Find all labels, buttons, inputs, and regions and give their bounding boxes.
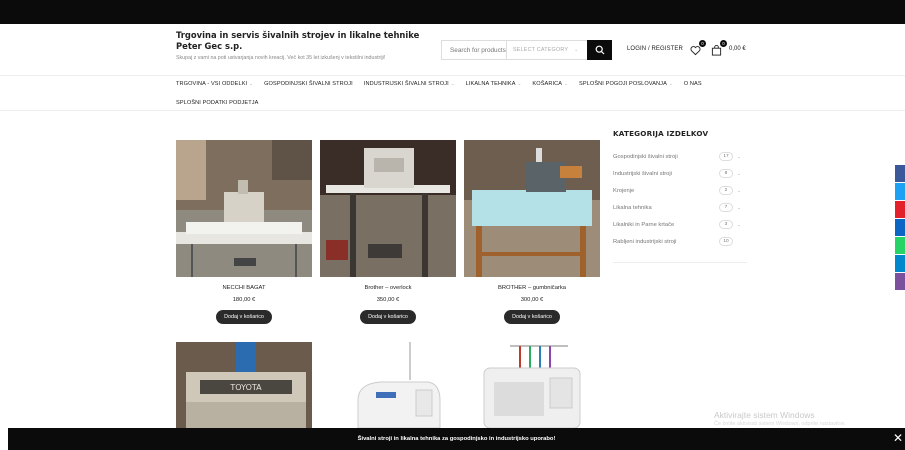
category-select[interactable]: SELECT CATEGORY ⌄: [506, 41, 586, 59]
category-sidebar: KATEGORIJA IZDELKOV Gospodinjski šivalni…: [613, 129, 747, 263]
wishlist-count-badge: 0: [699, 40, 706, 47]
cart-count-badge: 0: [720, 40, 727, 47]
category-item[interactable]: Industrijski šivalni stroji 8 ⌄: [613, 165, 747, 182]
category-select-label: SELECT CATEGORY: [513, 47, 569, 53]
product-image[interactable]: [320, 140, 456, 277]
search-icon: [595, 45, 604, 55]
cart-total[interactable]: 0,00 €: [729, 46, 746, 52]
site-tagline: Skupaj z vami na poti ustvarjanja novih …: [176, 55, 386, 61]
chevron-down-icon[interactable]: ⌄: [737, 222, 741, 228]
nav-item-podatki[interactable]: SPLOŠNI PODATKI PODJETJA: [176, 100, 259, 106]
category-list: Gospodinjski šivalni stroji 17 ⌄ Industr…: [613, 148, 747, 263]
nav-row-1: TRGOVINA - VSI ODDELKI ⌄ GOSPODINJSKI ŠIV…: [176, 81, 713, 87]
category-item[interactable]: Gospodinjski šivalni stroji 17 ⌄: [613, 148, 747, 165]
cart-button[interactable]: 0: [711, 40, 727, 56]
search-button[interactable]: [587, 40, 612, 60]
brand: Trgovina in servis šivalnih strojev in l…: [176, 30, 431, 62]
household-machine-image: [320, 342, 456, 428]
overlock-image: [320, 140, 456, 277]
pinterest-share-icon[interactable]: [895, 201, 905, 218]
promo-bar: Šivalni stroji in likalna tehnika za gos…: [8, 428, 905, 450]
industrial-machine-image: TOYOTA: [176, 342, 312, 428]
search-form: SELECT CATEGORY ⌄: [441, 40, 612, 60]
product-card: Brother – overlock 350,00 € Dodaj v koša…: [320, 140, 456, 324]
product-price: 180,00 €: [232, 297, 256, 303]
sewing-table-image: [176, 140, 312, 277]
product-image[interactable]: TOYOTA: [176, 342, 312, 428]
buttonhole-machine-image: [464, 140, 600, 277]
search-input[interactable]: [442, 41, 506, 59]
chevron-down-icon: ⌄: [668, 81, 673, 86]
windows-activation-subtitle: Če želite aktivirati sistem Windows, odp…: [714, 421, 847, 427]
add-to-cart-button[interactable]: Dodaj v košarico: [360, 310, 416, 324]
site-header: Trgovina in servis šivalnih strojev in l…: [0, 24, 905, 74]
nav-row-2: SPLOŠNI PODATKI PODJETJA: [176, 100, 270, 106]
nav-item-trgovina[interactable]: TRGOVINA - VSI ODDELKI ⌄: [176, 81, 253, 87]
chevron-down-icon: ⌄: [249, 81, 254, 86]
close-icon[interactable]: ✕: [893, 432, 903, 444]
viber-share-icon[interactable]: [895, 273, 905, 290]
product-image[interactable]: [176, 140, 312, 277]
chevron-down-icon: ⌄: [574, 47, 579, 53]
category-count: 10: [719, 237, 733, 246]
chevron-down-icon[interactable]: ⌄: [737, 205, 741, 211]
product-name[interactable]: NECCHI BAGAT: [176, 285, 312, 291]
promo-text: Šivalni stroji in likalna tehnika za gos…: [357, 436, 556, 442]
chevron-down-icon[interactable]: ⌄: [737, 188, 741, 194]
overlock-household-image: [464, 342, 600, 428]
top-bar: [0, 0, 905, 24]
category-item[interactable]: Rabljeni industrijski stroji 10: [613, 233, 747, 250]
whatsapp-share-icon[interactable]: [895, 237, 905, 254]
product-card: [464, 342, 600, 428]
product-price: 300,00 €: [520, 297, 544, 303]
windows-activation-title: Aktivirajte sistem Windows: [714, 410, 815, 420]
add-to-cart-button[interactable]: Dodaj v košarico: [504, 310, 560, 324]
chevron-down-icon: ⌄: [517, 81, 522, 86]
product-card: TOYOTA: [176, 342, 312, 428]
product-image[interactable]: [464, 342, 600, 428]
nav-item-kosarica[interactable]: KOŠARICA ⌄: [532, 81, 568, 87]
category-count: 3: [719, 220, 733, 229]
nav-item-industrijski[interactable]: INDUSTRIJSKI ŠIVALNI STROJI ⌄: [364, 81, 455, 87]
twitter-share-icon[interactable]: [895, 183, 905, 200]
nav-item-likalna[interactable]: LIKALNA TEHNIKA ⌄: [466, 81, 522, 87]
nav-item-o-nas[interactable]: O NAS: [684, 81, 702, 87]
category-item[interactable]: Krojenje 2 ⌄: [613, 182, 747, 199]
chevron-down-icon[interactable]: ⌄: [737, 171, 741, 177]
login-register-link[interactable]: LOGIN / REGISTER: [627, 46, 683, 52]
heart-icon: [690, 46, 701, 56]
site-title[interactable]: Trgovina in servis šivalnih strojev in l…: [176, 30, 431, 52]
product-name[interactable]: BROTHER – gumbničarka: [464, 285, 600, 291]
category-item[interactable]: Likalna tehnika 7 ⌄: [613, 199, 747, 216]
nav-item-pogoji[interactable]: SPLOŠNI POGOJI POSLOVANJA ⌄: [579, 81, 673, 87]
chevron-down-icon: ⌄: [450, 81, 455, 86]
product-image[interactable]: [320, 342, 456, 428]
shopping-bag-icon: [711, 45, 722, 56]
product-card: BROTHER – gumbničarka 300,00 € Dodaj v k…: [464, 140, 600, 324]
machine-brand-label: TOYOTA: [229, 383, 262, 392]
nav-item-gospodinjski[interactable]: GOSPODINJSKI ŠIVALNI STROJI: [264, 81, 353, 87]
product-card: NECCHI BAGAT 180,00 € Dodaj v košarico: [176, 140, 312, 324]
facebook-share-icon[interactable]: [895, 165, 905, 182]
wishlist-button[interactable]: 0: [690, 40, 706, 56]
linkedin-share-icon[interactable]: [895, 219, 905, 236]
chevron-down-icon[interactable]: ⌄: [737, 154, 741, 160]
category-count: 17: [719, 152, 733, 161]
telegram-share-icon[interactable]: [895, 255, 905, 272]
category-count: 2: [719, 186, 733, 195]
category-count: 7: [719, 203, 733, 212]
sidebar-title: KATEGORIJA IZDELKOV: [613, 129, 709, 138]
product-name[interactable]: Brother – overlock: [320, 285, 456, 291]
category-count: 8: [719, 169, 733, 178]
product-price: 350,00 €: [376, 297, 400, 303]
add-to-cart-button[interactable]: Dodaj v košarico: [216, 310, 272, 324]
product-image[interactable]: [464, 140, 600, 277]
category-item[interactable]: Likalniki in Parne krtače 3 ⌄: [613, 216, 747, 233]
main-navigation: TRGOVINA - VSI ODDELKI ⌄ GOSPODINJSKI ŠIV…: [0, 75, 905, 111]
product-card: [320, 342, 456, 428]
chevron-down-icon: ⌄: [564, 81, 569, 86]
